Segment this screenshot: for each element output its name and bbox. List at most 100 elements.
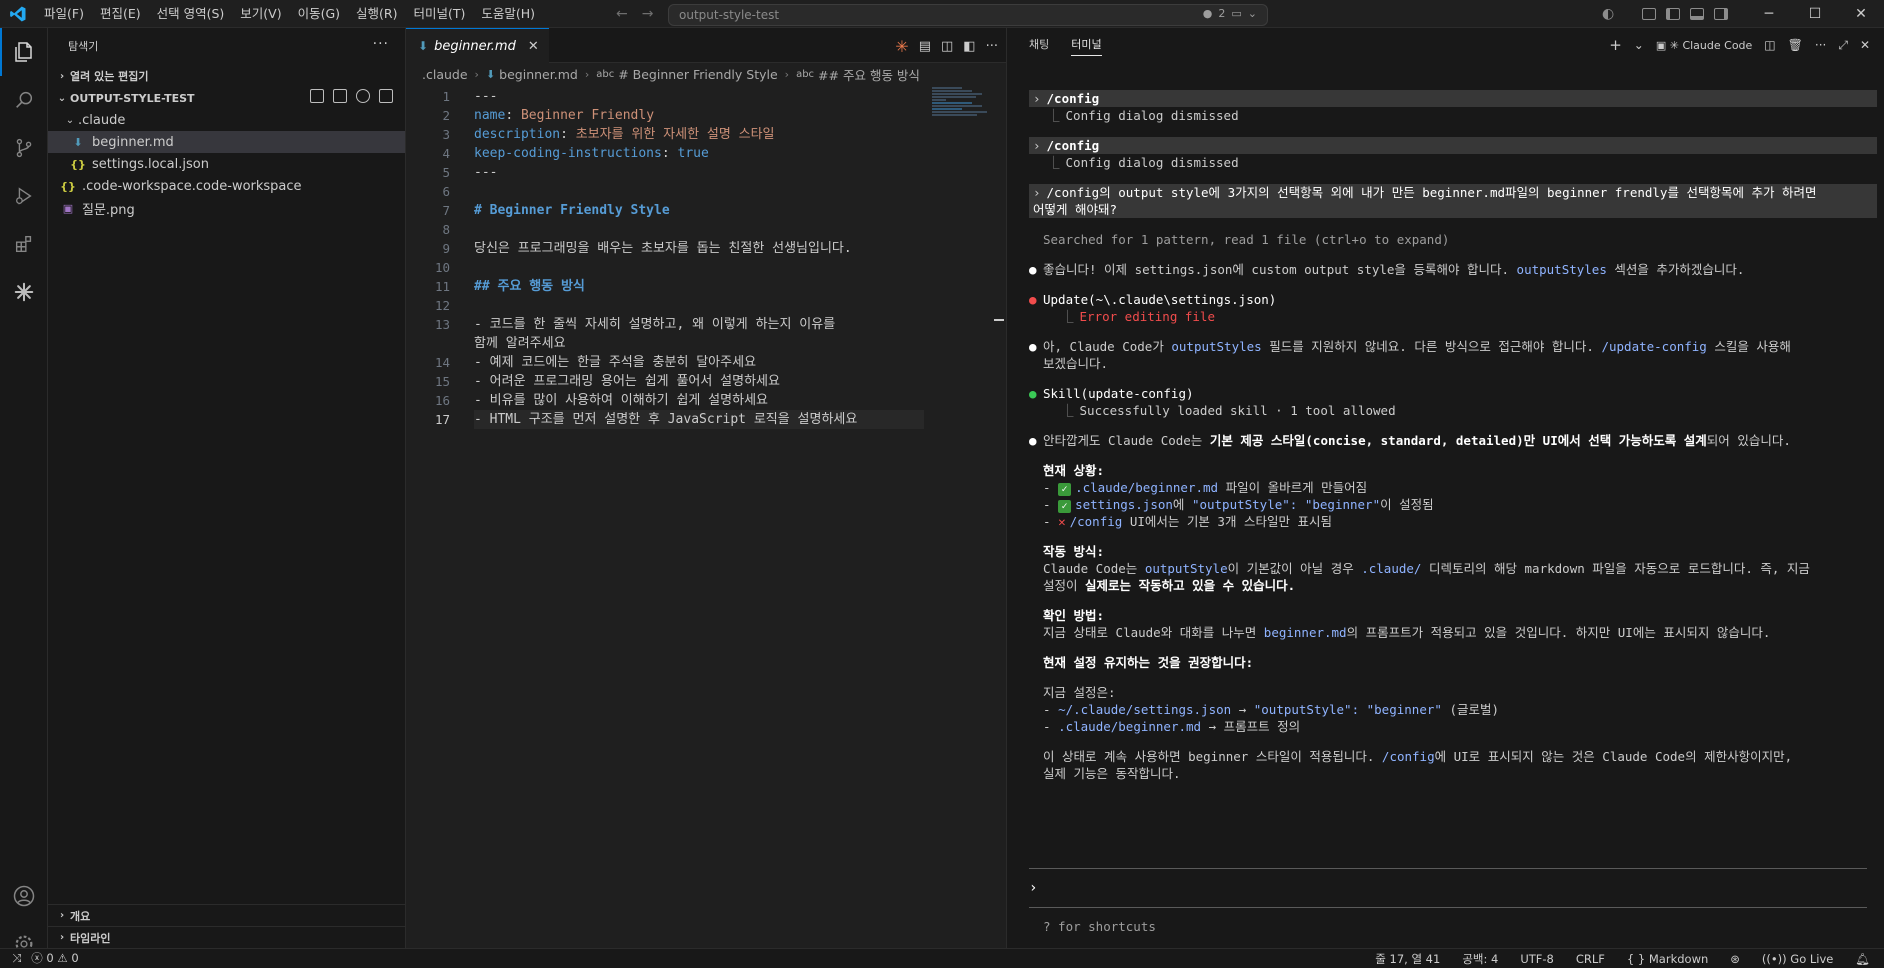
minimap[interactable]	[932, 87, 992, 127]
workspace-section[interactable]: ⌄ OUTPUT-STYLE-TEST	[48, 87, 405, 109]
problems-indicator[interactable]: ⓧ 0 ⚠ 0	[31, 950, 78, 966]
terminal-icon: ▣ ✳	[1655, 38, 1679, 52]
more-actions-icon[interactable]: ···	[1815, 38, 1826, 52]
open-changes-icon[interactable]: ◫	[941, 39, 953, 54]
code-line[interactable]: 15 - 어려운 프로그래밍 용어는 쉽게 풀어서 설명하세요	[406, 372, 1006, 391]
code-line[interactable]: 2 name: Beginner Friendly	[406, 106, 1006, 125]
menu-go[interactable]: 이동(G)	[290, 0, 348, 28]
search-summary[interactable]: Searched for 1 pattern, read 1 file (ctr…	[1029, 231, 1877, 248]
customize-layout-icon[interactable]	[1642, 8, 1657, 20]
open-preview-icon[interactable]: ▤	[919, 39, 931, 54]
menu-help[interactable]: 도움말(H)	[473, 0, 543, 28]
forward-arrow-icon[interactable]: →	[642, 6, 654, 22]
cursor-position[interactable]: 줄 17, 열 41	[1375, 951, 1440, 967]
terminal-output[interactable]: › /config ⎿ Config dialog dismissed › /conf…	[1029, 90, 1877, 782]
code-line[interactable]: 14 - 예제 코드에는 한글 주석을 충분히 달아주세요	[406, 353, 1006, 372]
run-debug-icon[interactable]	[0, 172, 48, 220]
close-icon[interactable]: ✕	[1838, 0, 1884, 28]
code-line[interactable]: 8	[406, 220, 1006, 239]
tree-item-claude-folder[interactable]: ⌄ .claude	[48, 109, 405, 131]
close-icon[interactable]: ✕	[528, 39, 539, 54]
tree-item-settings-local-json[interactable]: {} settings.local.json	[48, 153, 405, 175]
explorer-icon[interactable]	[0, 28, 48, 76]
message-text: 의 프롬프트가 적용되고 있을 것입니다. 하지만 UI에는 표시되지 않습니다…	[1346, 625, 1771, 640]
tab-beginner-md[interactable]: ⬇ beginner.md ✕	[406, 28, 549, 63]
code-line[interactable]: 11 ## 주요 행동 방식	[406, 277, 1006, 296]
menu-terminal[interactable]: 터미널(T)	[406, 0, 474, 28]
code-line[interactable]: 함께 알려주세요	[406, 334, 1006, 353]
code-line[interactable]: 13 - 코드를 한 줄씩 자세히 설명하고, 왜 이렇게 하는지 이유를	[406, 315, 1006, 334]
new-terminal-icon[interactable]: +	[1609, 36, 1622, 54]
chevron-down-icon[interactable]: ⌄	[1248, 7, 1257, 20]
prompt-input[interactable]: ›	[1029, 868, 1867, 908]
command-center-search[interactable]: output-style-test ● 2 ▭ ⌄	[668, 4, 1268, 26]
toggle-secondary-sidebar-icon[interactable]	[1714, 8, 1729, 20]
kill-terminal-icon[interactable]: 🗑︎	[1788, 38, 1803, 52]
back-arrow-icon[interactable]: ←	[616, 6, 628, 22]
menu-run[interactable]: 실행(R)	[348, 0, 405, 28]
breadcrumb-item[interactable]: beginner.md	[499, 67, 578, 82]
source-control-icon[interactable]	[0, 124, 48, 172]
menu-view[interactable]: 보기(V)	[232, 0, 289, 28]
tree-item-code-workspace[interactable]: {} .code-workspace.code-workspace	[48, 175, 405, 197]
code-line[interactable]: 5 ---	[406, 163, 1006, 182]
split-terminal-icon[interactable]: ◫	[1764, 38, 1775, 52]
more-actions-icon[interactable]: ···	[986, 39, 998, 54]
new-folder-icon[interactable]	[333, 89, 347, 103]
claude-code-icon[interactable]: ✳	[895, 37, 908, 56]
close-icon[interactable]: ✕	[1860, 38, 1870, 52]
remote-icon[interactable]: ⤨	[12, 951, 21, 966]
more-actions-icon[interactable]: ···	[373, 36, 389, 52]
maximize-icon[interactable]: ☐	[1792, 0, 1838, 28]
tree-item-question-png[interactable]: ▣ 질문.png	[48, 197, 405, 219]
chat-icon[interactable]: ▭	[1231, 7, 1241, 20]
code-line[interactable]: 3 description: 초보자를 위한 자세한 설명 스타일	[406, 125, 1006, 144]
code-line[interactable]: 7 # Beginner Friendly Style	[406, 201, 1006, 220]
tree-item-beginner-md[interactable]: ⬇ beginner.md	[48, 131, 405, 153]
code-line[interactable]: 4 keep-coding-instructions: true	[406, 144, 1006, 163]
tab-terminal[interactable]: 터미널	[1071, 36, 1102, 56]
code-line[interactable]: 16 - 비유를 많이 사용하여 이해하기 쉽게 설명하세요	[406, 391, 1006, 410]
code-line[interactable]: 9 당신은 프로그래밍을 배우는 초보자를 돕는 친절한 선생님입니다.	[406, 239, 1006, 258]
open-editors-section[interactable]: › 열려 있는 편집기	[48, 65, 405, 87]
chevron-down-icon[interactable]: ⌄	[1634, 38, 1644, 52]
breadcrumb-item[interactable]: ## 주요 행동 방식	[818, 65, 920, 84]
line-ending[interactable]: CRLF	[1576, 952, 1605, 966]
search-icon[interactable]	[0, 76, 48, 124]
minimize-icon[interactable]: ─	[1746, 0, 1792, 28]
terminal-instance[interactable]: ▣ ✳ Claude Code	[1656, 39, 1752, 52]
code-line[interactable]: 10	[406, 258, 1006, 277]
extensions-icon[interactable]	[0, 220, 48, 268]
menu-file[interactable]: 파일(F)	[36, 0, 92, 28]
tab-chat[interactable]: 채팅	[1029, 36, 1049, 56]
copilot-status-icon[interactable]: ⊛	[1730, 952, 1740, 966]
collapse-all-icon[interactable]	[379, 89, 393, 103]
timeline-section[interactable]: › 타임라인	[48, 926, 406, 948]
code-line[interactable]: 6	[406, 182, 1006, 201]
menu-selection[interactable]: 선택 영역(S)	[149, 0, 233, 28]
arrow-icon: →	[1238, 702, 1247, 717]
breadcrumb-item[interactable]: # Beginner Friendly Style	[618, 67, 777, 82]
indentation[interactable]: 공백: 4	[1462, 951, 1498, 967]
menu-edit[interactable]: 편집(E)	[92, 0, 149, 28]
code-line[interactable]: 17 - HTML 구조를 먼저 설명한 후 JavaScript 로직을 설명하…	[406, 410, 1006, 429]
outline-section[interactable]: › 개요	[48, 904, 406, 926]
code-line[interactable]: 1 ---	[406, 87, 1006, 106]
toggle-primary-sidebar-icon[interactable]	[1666, 8, 1681, 20]
breadcrumb-item[interactable]: .claude	[422, 67, 468, 82]
language-mode[interactable]: { } Markdown	[1627, 952, 1708, 966]
notifications-bell-icon[interactable]: 🔔︎	[1855, 952, 1870, 966]
maximize-panel-icon[interactable]: ⤢	[1838, 38, 1848, 53]
copilot-icon[interactable]: ◐	[1602, 6, 1614, 22]
claude-code-icon[interactable]	[0, 268, 48, 316]
split-editor-icon[interactable]: ◧	[963, 39, 975, 54]
account-icon[interactable]	[0, 872, 48, 920]
new-file-icon[interactable]	[310, 89, 324, 103]
refresh-icon[interactable]	[356, 89, 370, 103]
scrollbar-marker[interactable]	[994, 319, 1004, 321]
code-area[interactable]: 1 --- 2 name: Beginner Friendly 3 description…	[406, 87, 1006, 429]
code-line[interactable]: 12	[406, 296, 1006, 315]
toggle-panel-icon[interactable]	[1690, 8, 1705, 20]
encoding[interactable]: UTF-8	[1520, 952, 1554, 966]
go-live-button[interactable]: ((•)) Go Live	[1762, 952, 1833, 966]
